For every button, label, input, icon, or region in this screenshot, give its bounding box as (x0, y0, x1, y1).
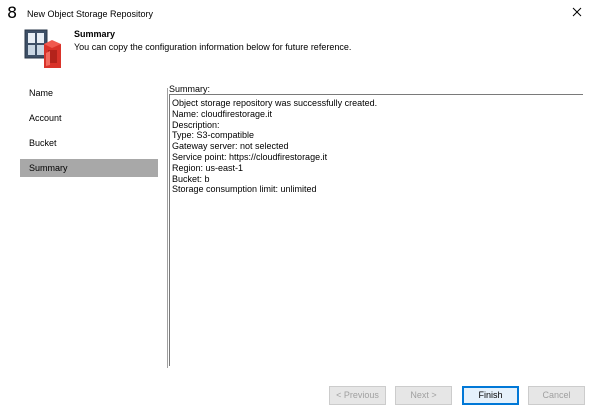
summary-line: Service point: https://cloudfirestorage.… (172, 151, 328, 162)
step-account[interactable]: Account (20, 109, 158, 127)
summary-line: Bucket: b (172, 173, 210, 184)
previous-button[interactable]: < Previous (329, 386, 386, 405)
summary-label: Summary: (169, 84, 211, 94)
close-icon (572, 7, 582, 17)
finish-button[interactable]: Finish (462, 386, 519, 405)
step-summary[interactable]: Summary (20, 159, 158, 177)
cancel-button[interactable]: Cancel (528, 386, 585, 405)
summary-line: Description: (172, 119, 220, 130)
summary-line: Type: S3-compatible (172, 130, 255, 141)
step-bucket[interactable]: Bucket (20, 134, 158, 152)
summary-line: Name: cloudfirestorage.it (172, 108, 273, 119)
close-button[interactable] (569, 4, 585, 20)
title-bar: 8 New Object Storage Repository (0, 0, 591, 26)
summary-line: Region: us-east-1 (172, 162, 244, 173)
object-storage-icon (22, 28, 64, 70)
nav-divider (167, 88, 168, 368)
summary-text-area[interactable]: Object storage repository was successful… (169, 94, 583, 366)
window-title: New Object Storage Repository (27, 9, 154, 19)
summary-line: Storage consumption limit: unlimited (172, 184, 317, 195)
wizard-header: Summary You can copy the configuration i… (0, 26, 591, 74)
summary-line: Gateway server: not selected (172, 141, 289, 152)
app-icon: 8 (7, 3, 18, 22)
next-button[interactable]: Next > (395, 386, 452, 405)
page-subtitle: You can copy the configuration informati… (74, 42, 352, 52)
step-name[interactable]: Name (20, 84, 158, 102)
wizard-steps: Name Account Bucket Summary (20, 84, 158, 184)
summary-line: Object storage repository was successful… (172, 98, 378, 108)
page-title: Summary (74, 29, 116, 39)
